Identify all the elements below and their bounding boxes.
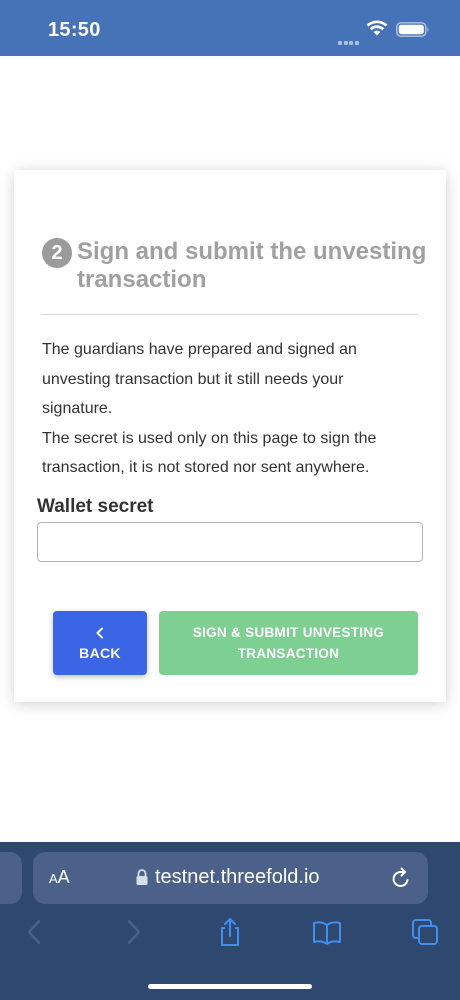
- bookmarks-icon[interactable]: [312, 917, 342, 947]
- divider: [41, 314, 418, 315]
- step-title: Sign and submit the unvesting transactio…: [77, 238, 427, 293]
- description-line: The guardians have prepared and signed a…: [42, 341, 357, 358]
- wallet-secret-label: Wallet secret: [37, 496, 154, 517]
- wifi-icon: [366, 20, 388, 36]
- chevron-left-icon: [96, 627, 103, 639]
- description-line: The secret is used only on this page to …: [42, 429, 377, 447]
- address-bar[interactable]: AA testnet.threefold.io: [33, 852, 428, 904]
- back-button-label: BACK: [79, 645, 121, 661]
- wallet-secret-input[interactable]: [37, 522, 423, 562]
- description-line: signature.: [42, 400, 113, 417]
- step-number-badge: 2: [42, 238, 72, 268]
- status-time: 15:50: [48, 19, 101, 41]
- description: The guardians have prepared and signed a…: [42, 335, 422, 483]
- lock-icon: [136, 869, 148, 885]
- home-indicator: [148, 984, 312, 989]
- previous-tab-preview[interactable]: [0, 852, 22, 904]
- url-text: testnet.threefold.io: [155, 866, 320, 888]
- text-size-small-a: A: [49, 871, 58, 886]
- sign-submit-label-line: TRANSACTION: [237, 646, 340, 661]
- description-line: unvesting transaction but it still needs…: [42, 370, 344, 388]
- unvesting-card: 2 Sign and submit the unvesting transact…: [14, 170, 446, 702]
- sign-submit-button[interactable]: SIGN & SUBMIT UNVESTING TRANSACTION: [159, 611, 418, 675]
- status-bar: 15:50: [0, 0, 460, 56]
- battery-icon: [396, 22, 429, 37]
- sign-submit-label-line: SIGN & SUBMIT UNVESTING: [192, 625, 385, 640]
- description-line: transaction, it is not stored nor sent a…: [42, 459, 370, 476]
- back-arrow-icon[interactable]: [20, 917, 50, 947]
- forward-arrow-icon[interactable]: [118, 917, 148, 947]
- text-size-large-a: A: [57, 867, 70, 887]
- back-button[interactable]: BACK: [53, 611, 147, 675]
- cellular-signal-icon: [338, 32, 362, 45]
- share-icon[interactable]: [215, 917, 245, 947]
- text-size-button[interactable]: AA: [49, 867, 70, 888]
- reload-icon[interactable]: [390, 866, 412, 890]
- tabs-icon[interactable]: [410, 917, 440, 947]
